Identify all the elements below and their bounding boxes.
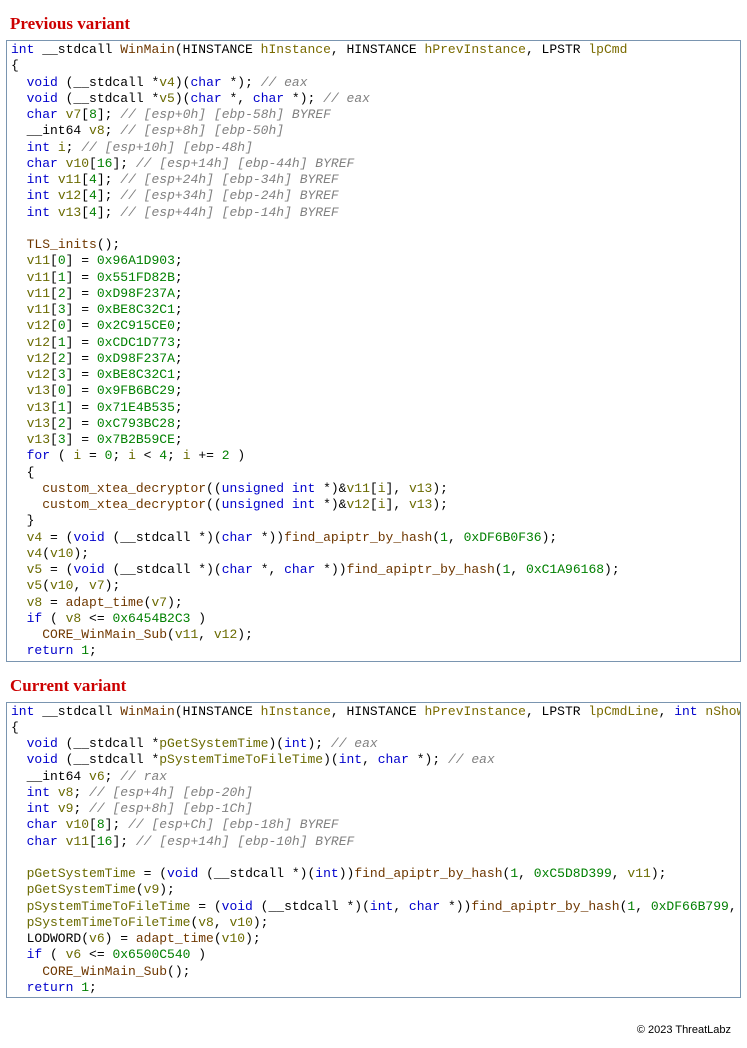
code-line (11, 221, 736, 237)
code-line: char v10[8]; // [esp+Ch] [ebp-18h] BYREF (11, 817, 736, 833)
code-line: void (__stdcall *pSystemTimeToFileTime)(… (11, 752, 736, 768)
code-line: __int64 v8; // [esp+8h] [ebp-50h] (11, 123, 736, 139)
code-line: void (__stdcall *pGetSystemTime)(int); /… (11, 736, 736, 752)
code-line: CORE_WinMain_Sub(v11, v12); (11, 627, 736, 643)
code-line: pSystemTimeToFileTime = (void (__stdcall… (11, 899, 736, 915)
code-line: v11[1] = 0x551FD82B; (11, 270, 736, 286)
code-line: TLS_inits(); (11, 237, 736, 253)
code-line: pSystemTimeToFileTime(v8, v10); (11, 915, 736, 931)
code-line: v13[0] = 0x9FB6BC29; (11, 383, 736, 399)
code-line: __int64 v6; // rax (11, 769, 736, 785)
code-line: v13[3] = 0x7B2B59CE; (11, 432, 736, 448)
code-line: } (11, 513, 736, 529)
code-line: pGetSystemTime = (void (__stdcall *)(int… (11, 866, 736, 882)
code-line: v13[1] = 0x71E4B535; (11, 400, 736, 416)
code-line: v8 = adapt_time(v7); (11, 595, 736, 611)
code-line: int v11[4]; // [esp+24h] [ebp-34h] BYREF (11, 172, 736, 188)
code-line: { (11, 720, 736, 736)
code-line: v4(v10); (11, 546, 736, 562)
code-line: if ( v6 <= 0x6500C540 ) (11, 947, 736, 963)
section-title-previous: Previous variant (10, 14, 741, 34)
code-line: char v11[16]; // [esp+14h] [ebp-10h] BYR… (11, 834, 736, 850)
code-line: v5 = (void (__stdcall *)(char *, char *)… (11, 562, 736, 578)
code-line: int __stdcall WinMain(HINSTANCE hInstanc… (11, 704, 736, 720)
code-line: custom_xtea_decryptor((unsigned int *)&v… (11, 497, 736, 513)
code-line: void (__stdcall *v4)(char *); // eax (11, 75, 736, 91)
code-line: int v9; // [esp+8h] [ebp-1Ch] (11, 801, 736, 817)
code-line: return 1; (11, 643, 736, 659)
code-line: LODWORD(v6) = adapt_time(v10); (11, 931, 736, 947)
code-line (11, 850, 736, 866)
code-line: v11[2] = 0xD98F237A; (11, 286, 736, 302)
code-line: CORE_WinMain_Sub(); (11, 964, 736, 980)
code-line: int v12[4]; // [esp+34h] [ebp-24h] BYREF (11, 188, 736, 204)
code-line: v13[2] = 0xC793BC28; (11, 416, 736, 432)
code-line: int v8; // [esp+4h] [ebp-20h] (11, 785, 736, 801)
code-line: int __stdcall WinMain(HINSTANCE hInstanc… (11, 42, 736, 58)
code-line: v12[1] = 0xCDC1D773; (11, 335, 736, 351)
code-line: int v13[4]; // [esp+44h] [ebp-14h] BYREF (11, 205, 736, 221)
code-line: pGetSystemTime(v9); (11, 882, 736, 898)
code-line: v11[3] = 0xBE8C32C1; (11, 302, 736, 318)
code-line: char v7[8]; // [esp+0h] [ebp-58h] BYREF (11, 107, 736, 123)
section-title-current: Current variant (10, 676, 741, 696)
code-line: void (__stdcall *v5)(char *, char *); //… (11, 91, 736, 107)
code-line: for ( i = 0; i < 4; i += 2 ) (11, 448, 736, 464)
code-line: v4 = (void (__stdcall *)(char *))find_ap… (11, 530, 736, 546)
code-block-current: int __stdcall WinMain(HINSTANCE hInstanc… (6, 702, 741, 999)
code-line: return 1; (11, 980, 736, 996)
code-line: int i; // [esp+10h] [ebp-48h] (11, 140, 736, 156)
code-line: v5(v10, v7); (11, 578, 736, 594)
code-line: char v10[16]; // [esp+14h] [ebp-44h] BYR… (11, 156, 736, 172)
code-line: if ( v8 <= 0x6454B2C3 ) (11, 611, 736, 627)
code-line: v12[3] = 0xBE8C32C1; (11, 367, 736, 383)
code-line: v12[0] = 0x2C915CE0; (11, 318, 736, 334)
code-line: custom_xtea_decryptor((unsigned int *)&v… (11, 481, 736, 497)
code-line: v12[2] = 0xD98F237A; (11, 351, 736, 367)
copyright-footer: © 2023 ThreatLabz (6, 1012, 741, 1042)
code-line: { (11, 465, 736, 481)
code-line: v11[0] = 0x96A1D903; (11, 253, 736, 269)
code-line: { (11, 58, 736, 74)
code-block-previous: int __stdcall WinMain(HINSTANCE hInstanc… (6, 40, 741, 662)
